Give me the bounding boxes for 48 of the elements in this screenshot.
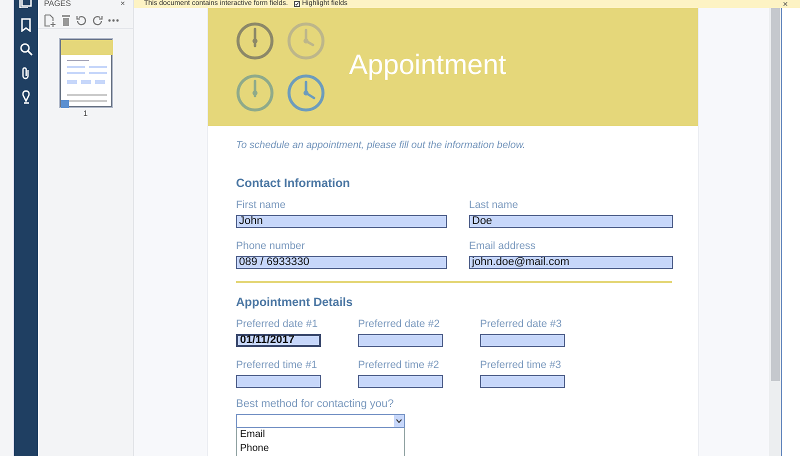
field-label: Preferred time #3 bbox=[480, 359, 562, 372]
trash-icon[interactable] bbox=[61, 14, 71, 26]
chevron-icon bbox=[396, 419, 402, 423]
search-icon[interactable] bbox=[19, 42, 33, 56]
field-label: First name bbox=[236, 199, 286, 212]
page-number: 1 bbox=[83, 109, 88, 118]
clock-icon bbox=[287, 22, 325, 60]
pages-icon[interactable] bbox=[19, 0, 33, 8]
field-label: Phone number bbox=[236, 240, 305, 253]
dropdown-option[interactable]: Email bbox=[237, 428, 404, 442]
field-label: Last name bbox=[469, 199, 518, 212]
input-field[interactable]: 089 / 6933330 bbox=[236, 256, 447, 269]
input-field[interactable] bbox=[480, 334, 565, 347]
field-label: Preferred time #2 bbox=[358, 359, 440, 372]
field-label: Preferred date #3 bbox=[480, 318, 562, 331]
scrollbar-thumb[interactable] bbox=[770, 8, 780, 381]
field-label: Preferred date #2 bbox=[358, 318, 440, 331]
dropdown-option[interactable]: Phone bbox=[237, 442, 404, 456]
input-field[interactable]: Doe bbox=[469, 215, 673, 228]
input-field[interactable]: john.doe@mail.com bbox=[469, 256, 673, 269]
input-field[interactable] bbox=[480, 375, 565, 388]
section-heading: Appointment Details bbox=[236, 295, 354, 309]
field-label: Preferred time #1 bbox=[236, 359, 318, 372]
field-label: Email address bbox=[469, 240, 536, 253]
page-thumbnail[interactable] bbox=[60, 39, 112, 107]
document-title: Appointment bbox=[349, 49, 506, 81]
section-heading: Contact Information bbox=[236, 176, 351, 190]
dropdown-field[interactable] bbox=[236, 414, 405, 428]
intro-text: To schedule an appointment, please fill out the information below. bbox=[236, 140, 526, 153]
close-button[interactable]: × bbox=[782, 0, 788, 8]
input-field[interactable] bbox=[358, 334, 443, 347]
clock-icon bbox=[236, 22, 274, 60]
panel-title: PAGES bbox=[44, 0, 71, 7]
close-button[interactable]: × bbox=[120, 0, 125, 7]
add-page-icon[interactable] bbox=[44, 14, 56, 26]
more-icon[interactable] bbox=[108, 18, 119, 22]
clock-icon bbox=[236, 74, 274, 112]
field-label: Preferred date #1 bbox=[236, 318, 318, 331]
input-field[interactable]: 01/11/2017 bbox=[236, 334, 321, 347]
input-field[interactable] bbox=[358, 375, 443, 388]
clock-icon bbox=[287, 74, 325, 112]
input-field[interactable]: John bbox=[236, 215, 447, 228]
field-label: Best method for contacting you? bbox=[236, 398, 395, 411]
rotate-left-icon[interactable] bbox=[76, 14, 87, 26]
input-field[interactable] bbox=[236, 375, 321, 388]
rotate-right-icon[interactable] bbox=[92, 14, 103, 26]
bookmark-icon[interactable] bbox=[19, 18, 33, 32]
checkbox[interactable] bbox=[294, 1, 300, 7]
